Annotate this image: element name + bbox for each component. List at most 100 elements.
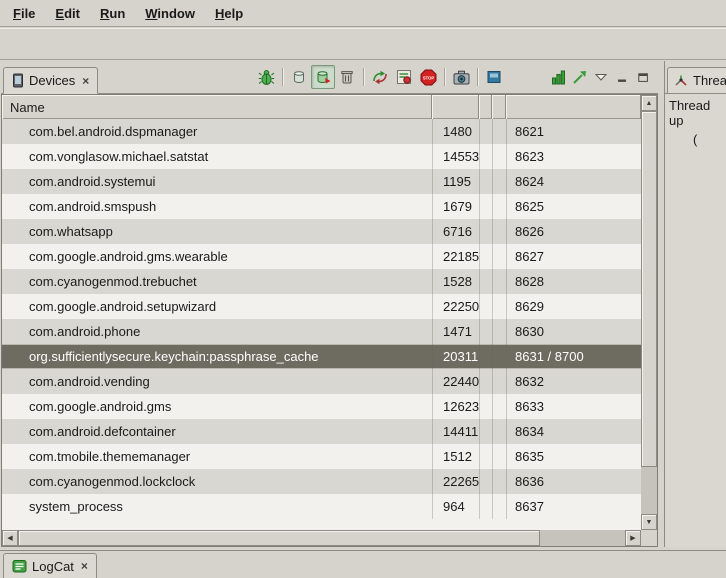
process-name-cell: com.cyanogenmod.trebuchet [2, 269, 432, 294]
port-cell: 8637 [506, 494, 641, 519]
scroll-up-button[interactable]: ▲ [641, 95, 657, 111]
maximize-button[interactable] [632, 65, 653, 89]
pid-cell: 1480 [432, 119, 479, 144]
thread-indicator-cell [492, 394, 506, 419]
table-row[interactable]: com.google.android.gms.wearable 22185 86… [2, 244, 641, 269]
toolbar-separator [363, 68, 364, 86]
port-cell: 8624 [506, 169, 641, 194]
process-name-cell: com.google.android.gms [2, 394, 432, 419]
stop-sign-icon: STOP [420, 69, 437, 86]
thread-indicator-cell [492, 469, 506, 494]
pid-cell: 22440 [432, 369, 479, 394]
debug-process-button[interactable] [254, 65, 278, 89]
start-method-profiling-button[interactable] [392, 65, 416, 89]
column-header-thread[interactable] [492, 95, 506, 119]
table-row[interactable]: com.google.android.setupwizard 22250 862… [2, 294, 641, 319]
stop-process-button[interactable]: STOP [416, 65, 440, 89]
vertical-scroll-track[interactable] [641, 111, 657, 514]
camera-icon [453, 70, 470, 85]
menu-item[interactable]: Window [136, 3, 204, 24]
menu-item[interactable]: File [4, 3, 44, 24]
view-menu-button[interactable] [590, 65, 611, 89]
horizontal-scroll-track[interactable] [18, 530, 625, 546]
scroll-down-button[interactable]: ▼ [641, 514, 657, 530]
column-header-pid[interactable] [432, 95, 479, 119]
heap-indicator-cell [479, 269, 492, 294]
heap-indicator-cell [479, 319, 492, 344]
column-header-name[interactable]: Name [2, 95, 432, 119]
chevron-down-icon [595, 72, 607, 82]
tab-threads[interactable]: Threads [667, 67, 726, 94]
tab-devices-label: Devices [29, 73, 75, 88]
process-name-cell: com.google.android.setupwizard [2, 294, 432, 319]
pid-cell: 6716 [432, 219, 479, 244]
table-row[interactable]: com.bel.android.dspmanager 1480 8621 [2, 119, 641, 144]
pid-cell: 20311 [432, 344, 479, 369]
table-row[interactable]: system_process 964 8637 [2, 494, 641, 519]
column-header-heap[interactable] [479, 95, 492, 119]
thread-indicator-cell [492, 269, 506, 294]
device-table-body: com.bel.android.dspmanager 1480 8621 com… [2, 119, 641, 519]
menu-item[interactable]: Edit [46, 3, 89, 24]
thread-indicator-cell [492, 319, 506, 344]
process-name-cell: system_process [2, 494, 432, 519]
toolbar-separator [477, 68, 478, 86]
table-row[interactable]: com.android.vending 22440 8632 [2, 369, 641, 394]
minimize-button[interactable] [611, 65, 632, 89]
table-row[interactable]: com.whatsapp 6716 8626 [2, 219, 641, 244]
table-row[interactable]: com.google.android.gms 12623 8633 [2, 394, 641, 419]
tab-logcat[interactable]: LogCat × [3, 553, 97, 578]
threads-message-line2: ( [669, 132, 726, 147]
tab-devices[interactable]: Devices × [3, 67, 98, 94]
dump-hprof-button[interactable] [311, 65, 335, 89]
table-row[interactable]: com.android.defcontainer 14411 8634 [2, 419, 641, 444]
process-table: Name com.bel.android.dspmanager 1480 862… [1, 94, 658, 547]
screen-capture-button[interactable] [449, 65, 473, 89]
process-name-cell: com.android.systemui [2, 169, 432, 194]
update-threads-button[interactable] [368, 65, 392, 89]
update-heap-button[interactable] [287, 65, 311, 89]
process-name-cell: com.android.defcontainer [2, 419, 432, 444]
table-row[interactable]: org.sufficientlysecure.keychain:passphra… [2, 344, 641, 369]
cause-gc-button[interactable] [335, 65, 359, 89]
process-name-cell: com.android.phone [2, 319, 432, 344]
toolbar-separator [282, 68, 283, 86]
pid-cell: 22250 [432, 294, 479, 319]
scroll-left-button[interactable]: ◀ [2, 530, 18, 546]
table-row[interactable]: com.android.phone 1471 8630 [2, 319, 641, 344]
horizontal-scrollbar[interactable]: ◀ ▶ [2, 530, 641, 546]
thread-indicator-cell [492, 294, 506, 319]
table-row[interactable]: com.cyanogenmod.lockclock 22265 8636 [2, 469, 641, 494]
heap-indicator-cell [479, 144, 492, 169]
thread-indicator-cell [492, 119, 506, 144]
dump-view-hierarchy-button[interactable] [482, 65, 506, 89]
table-row[interactable]: com.vonglasow.michael.satstat 14553 8623 [2, 144, 641, 169]
port-cell: 8623 [506, 144, 641, 169]
port-cell: 8629 [506, 294, 641, 319]
close-icon[interactable]: × [82, 74, 89, 88]
heap-indicator-cell [479, 494, 492, 519]
capture-trace-button[interactable] [569, 65, 590, 89]
close-icon[interactable]: × [81, 559, 88, 573]
thread-indicator-cell [492, 444, 506, 469]
device-icon [12, 73, 24, 88]
scrollbar-corner [641, 530, 657, 546]
menu-item[interactable]: Help [206, 3, 252, 24]
table-row[interactable]: com.android.systemui 1195 8624 [2, 169, 641, 194]
thread-indicator-cell [492, 419, 506, 444]
table-row[interactable]: com.cyanogenmod.trebuchet 1528 8628 [2, 269, 641, 294]
heap-indicator-cell [479, 244, 492, 269]
table-row[interactable]: com.tmobile.thememanager 1512 8635 [2, 444, 641, 469]
scroll-right-button[interactable]: ▶ [625, 530, 641, 546]
vertical-scrollbar[interactable]: ▲ ▼ [641, 95, 657, 530]
vertical-scroll-thumb[interactable] [641, 111, 657, 467]
table-row[interactable]: com.android.smspush 1679 8625 [2, 194, 641, 219]
horizontal-scroll-thumb[interactable] [18, 530, 540, 546]
process-name-cell: com.whatsapp [2, 219, 432, 244]
maximize-icon [637, 72, 649, 83]
column-header-port[interactable] [506, 95, 641, 119]
process-name-cell: org.sufficientlysecure.keychain:passphra… [2, 344, 432, 369]
start-tracing-button[interactable] [548, 65, 569, 89]
heap-cylinder-icon [291, 69, 307, 85]
menu-item[interactable]: Run [91, 3, 134, 24]
